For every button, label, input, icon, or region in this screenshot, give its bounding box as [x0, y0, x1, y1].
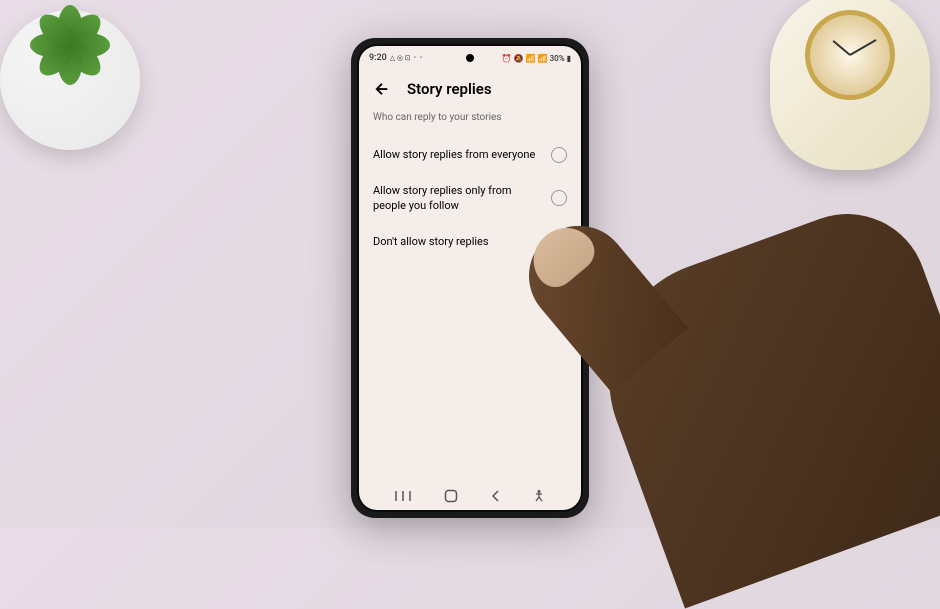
option-label: Allow story replies from everyone — [373, 147, 535, 162]
arrow-left-icon — [373, 80, 391, 98]
accessibility-icon — [533, 489, 545, 503]
nav-recents-button[interactable] — [395, 489, 411, 503]
page-title: Story replies — [407, 80, 492, 98]
status-overflow-dots: • • — [414, 54, 424, 62]
nav-accessibility-button[interactable] — [533, 489, 545, 503]
nav-home-button[interactable] — [444, 489, 458, 503]
status-notification-icons: △ ◎ ⊡ — [390, 54, 411, 62]
option-label: Allow story replies only from people you… — [373, 183, 543, 214]
home-icon — [444, 489, 458, 503]
plant-decoration — [0, 0, 170, 170]
phone-screen: 9:20 △ ◎ ⊡ • • ⏰ 🔕 📶 📶 30% ▮ — [359, 46, 581, 510]
recents-icon — [395, 489, 411, 503]
back-icon — [490, 489, 500, 503]
nav-back-button[interactable] — [490, 489, 500, 503]
radio-button-selected[interactable] — [551, 234, 567, 250]
status-alarm-icon: ⏰ — [502, 54, 512, 63]
status-wifi-icon: 📶 — [526, 54, 536, 63]
status-battery-icon: ▮ — [567, 54, 571, 63]
page-header: Story replies — [359, 70, 581, 108]
back-button[interactable] — [373, 80, 391, 98]
option-dont-allow[interactable]: Don't allow story replies — [373, 224, 567, 260]
radio-button[interactable] — [551, 190, 567, 206]
status-mute-icon: 🔕 — [514, 54, 524, 63]
settings-content: Who can reply to your stories Allow stor… — [359, 108, 581, 482]
radio-button[interactable] — [551, 147, 567, 163]
status-battery-text: 30% — [550, 54, 565, 63]
option-allow-everyone[interactable]: Allow story replies from everyone — [373, 137, 567, 173]
navigation-bar — [359, 482, 581, 510]
clock-decoration — [770, 0, 940, 190]
camera-cutout — [466, 54, 474, 62]
option-allow-following[interactable]: Allow story replies only from people you… — [373, 173, 567, 224]
status-signal-icon: 📶 — [538, 54, 548, 63]
hand-pointing — [580, 160, 940, 530]
option-label: Don't allow story replies — [373, 234, 489, 249]
status-time: 9:20 — [369, 53, 387, 63]
section-subtitle: Who can reply to your stories — [373, 112, 567, 123]
phone-frame: 9:20 △ ◎ ⊡ • • ⏰ 🔕 📶 📶 30% ▮ — [351, 38, 589, 518]
